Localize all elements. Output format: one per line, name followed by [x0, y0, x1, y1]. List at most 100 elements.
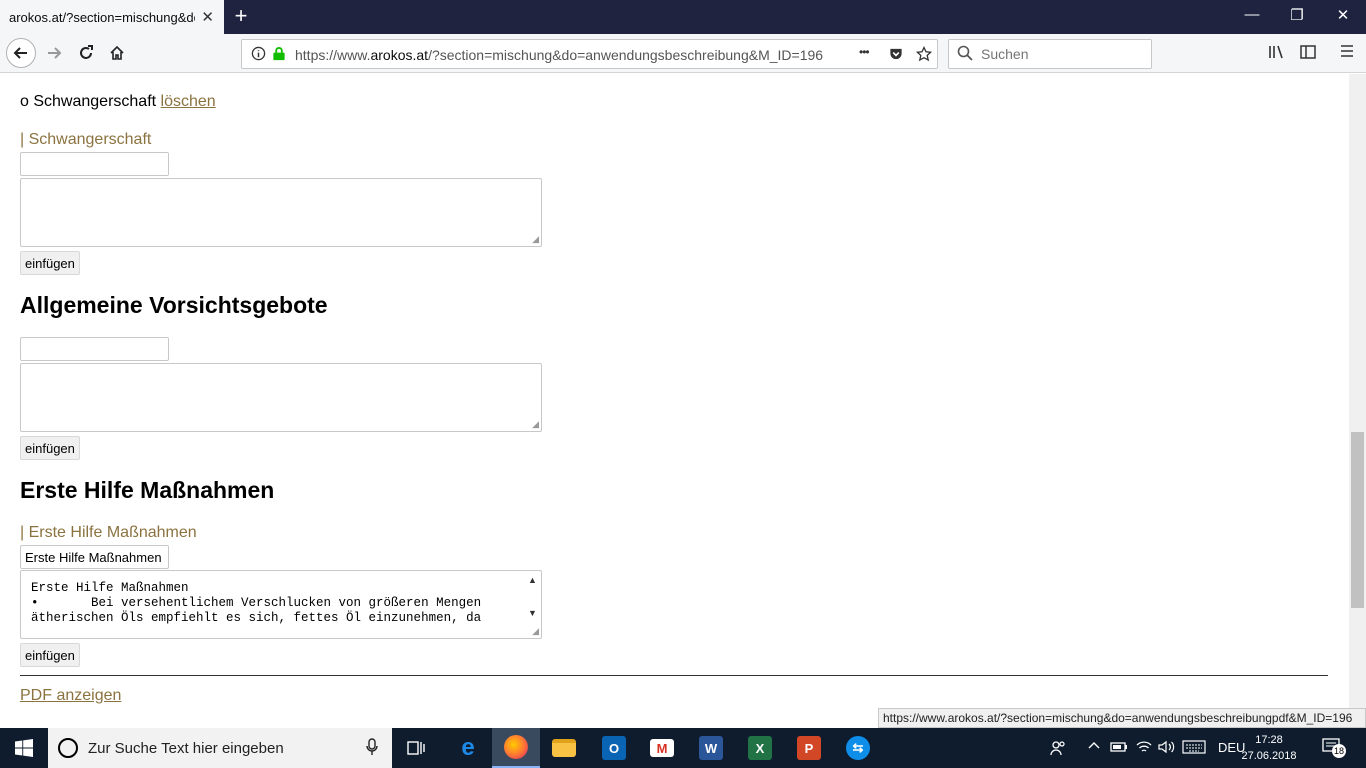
url-bar[interactable]: https://www.arokos.at/?section=mischung&… — [241, 39, 938, 69]
clock-time: 17:28 — [1255, 734, 1283, 746]
taskbar-edge[interactable]: e — [444, 728, 492, 768]
start-button[interactable] — [0, 728, 48, 768]
home-icon — [110, 45, 124, 60]
taskbar-firefox[interactable] — [492, 728, 540, 768]
back-button[interactable] — [6, 38, 36, 68]
heading-vorsichtsgebote: Allgemeine Vorsichtsgebote — [20, 292, 328, 318]
textarea-line: • Bei versehentlichem Verschlucken von g… — [31, 596, 482, 610]
text-area-vorsichtsgebote[interactable]: ◢ — [20, 363, 542, 432]
notifications-button[interactable]: 18 — [1322, 738, 1346, 758]
taskbar-powerpoint[interactable]: P — [785, 728, 833, 768]
reload-icon — [80, 45, 93, 59]
resize-handle-icon[interactable]: ◢ — [532, 419, 539, 430]
home-button[interactable] — [103, 39, 131, 67]
resize-handle-icon[interactable]: ◢ — [532, 234, 539, 245]
taskbar-excel[interactable]: X — [736, 728, 784, 768]
back-arrow-icon — [13, 47, 27, 59]
resize-handle-icon[interactable]: ◢ — [532, 626, 539, 637]
taskbar-word[interactable]: W — [687, 728, 735, 768]
powerpoint-icon: P — [797, 736, 821, 760]
library-icon[interactable] — [1268, 44, 1286, 65]
people-icon[interactable] — [1050, 740, 1066, 759]
keyboard-icon[interactable] — [1182, 740, 1206, 757]
pdf-link[interactable]: PDF anzeigen — [20, 687, 121, 705]
sidebar-icon[interactable] — [1300, 44, 1316, 65]
info-icon[interactable] — [251, 46, 266, 64]
textarea-scrollbar[interactable]: ▲ ▼ — [525, 572, 540, 624]
clock-date: 27.06.2018 — [1241, 750, 1297, 762]
search-input[interactable] — [979, 44, 1144, 64]
close-tab-icon[interactable]: ✕ — [201, 8, 214, 26]
title-input-erste-hilfe[interactable] — [20, 545, 169, 569]
hamburger-menu-icon[interactable] — [1340, 44, 1354, 63]
outlook-icon: O — [602, 736, 626, 760]
insert-button-vorsichtsgebote[interactable]: einfügen — [20, 436, 80, 460]
star-icon[interactable] — [915, 45, 933, 65]
teamviewer-icon: ⇆ — [846, 736, 870, 760]
url-domain: arokos.at — [370, 47, 429, 63]
tab-title: arokos.at/?section=mischung&do= — [9, 9, 195, 25]
taskbar-search-placeholder: Zur Suche Text hier eingeben — [88, 740, 284, 757]
status-url: https://www.arokos.at/?section=mischung&… — [878, 708, 1366, 728]
forward-button[interactable] — [40, 39, 68, 67]
pocket-icon[interactable] — [888, 46, 904, 64]
microphone-icon[interactable] — [366, 738, 378, 761]
text-area-schwangerschaft[interactable]: ◢ — [20, 178, 542, 247]
search-bar[interactable] — [948, 39, 1152, 69]
task-view-button[interactable] — [392, 728, 440, 768]
windows-icon — [15, 739, 33, 757]
taskbar-file-explorer[interactable] — [540, 728, 588, 768]
url-path: /?section=mischung&do=anwendungsbeschrei… — [428, 47, 824, 63]
text-area-erste-hilfe[interactable]: Erste Hilfe Maßnahmen • Bei versehentlic… — [20, 570, 542, 639]
taskbar-outlook[interactable]: O — [590, 728, 638, 768]
item-label: o Schwangerschaft — [20, 93, 157, 110]
excel-icon: X — [748, 736, 772, 760]
volume-icon[interactable] — [1158, 740, 1176, 757]
gmail-icon: M — [650, 739, 674, 757]
task-view-icon — [407, 741, 425, 755]
insert-button-erste-hilfe[interactable]: einfügen — [20, 643, 80, 667]
url-prefix: https://www. — [295, 47, 371, 63]
divider — [20, 675, 1328, 676]
new-tab-button[interactable]: + — [230, 4, 252, 28]
taskbar-search[interactable]: Zur Suche Text hier eingeben — [48, 728, 392, 768]
cortana-icon — [58, 738, 78, 758]
title-input-vorsichtsgebote[interactable] — [20, 337, 169, 361]
firefox-icon — [504, 735, 528, 759]
scroll-up-icon[interactable]: ▲ — [528, 575, 537, 585]
heading-erste-hilfe: Erste Hilfe Maßnahmen — [20, 477, 275, 503]
forward-arrow-icon — [48, 47, 62, 59]
minimize-button[interactable]: — — [1242, 6, 1262, 23]
page-scrollbar[interactable] — [1349, 74, 1366, 728]
edge-icon: e — [461, 734, 475, 761]
nav-bar: https://www.arokos.at/?section=mischung&… — [0, 34, 1366, 73]
page-actions-icon[interactable]: ••• — [859, 45, 870, 59]
section-label-erste-hilfe: | Erste Hilfe Maßnahmen — [20, 524, 197, 541]
restore-button[interactable]: ❐ — [1287, 6, 1307, 24]
page-content: o Schwangerschaft löschen | Schwangersch… — [0, 74, 1348, 728]
word-icon: W — [699, 736, 723, 760]
page-scrollbar-thumb[interactable] — [1351, 432, 1364, 608]
folder-icon — [552, 739, 576, 757]
title-input-schwangerschaft[interactable] — [20, 152, 169, 176]
chevron-up-icon[interactable] — [1088, 740, 1100, 755]
reload-button[interactable] — [72, 39, 100, 67]
taskbar: Zur Suche Text hier eingeben e O M W X P… — [0, 728, 1366, 768]
search-icon — [957, 45, 973, 65]
clock[interactable]: 17:28 27.06.2018 — [1238, 732, 1300, 764]
wifi-icon[interactable] — [1136, 740, 1152, 757]
insert-button-schwangerschaft[interactable]: einfügen — [20, 251, 80, 275]
scroll-down-icon[interactable]: ▼ — [528, 608, 537, 618]
taskbar-teamviewer[interactable]: ⇆ — [834, 728, 882, 768]
lock-icon[interactable] — [272, 46, 286, 64]
textarea-line: Erste Hilfe Maßnahmen — [31, 581, 189, 595]
taskbar-gmail[interactable]: M — [638, 728, 686, 768]
notification-count: 18 — [1332, 744, 1346, 758]
battery-icon[interactable] — [1110, 740, 1128, 757]
delete-link[interactable]: löschen — [161, 93, 216, 110]
close-window-button[interactable]: ✕ — [1333, 6, 1353, 24]
url-text[interactable]: https://www.arokos.at/?section=mischung&… — [295, 47, 855, 63]
tab-active[interactable]: arokos.at/?section=mischung&do= ✕ — [0, 0, 224, 34]
textarea-line: ätherischen Öls empfiehlt es sich, fette… — [31, 611, 482, 625]
tab-bar: arokos.at/?section=mischung&do= ✕ + — ❐ … — [0, 0, 1366, 34]
